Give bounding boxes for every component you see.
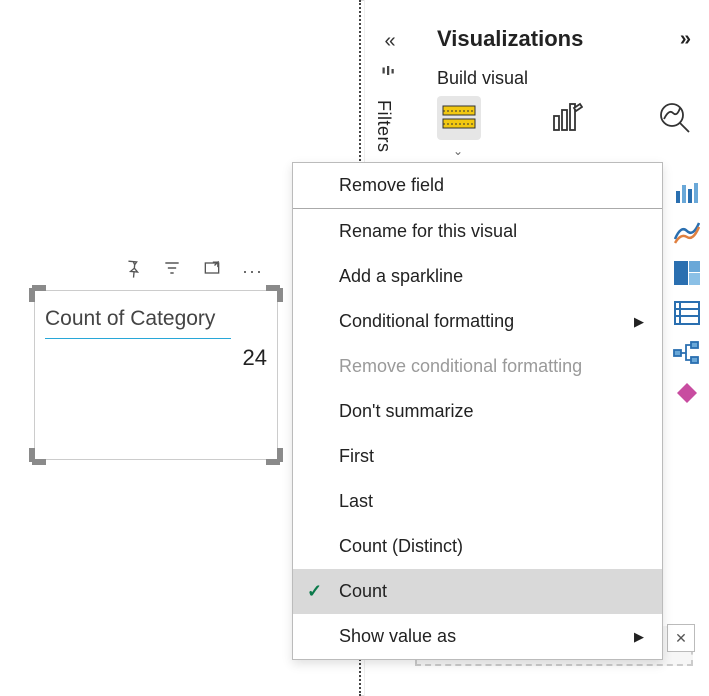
menu-conditional-formatting[interactable]: Conditional formatting ▶	[293, 299, 662, 344]
card-title: Count of Category	[45, 307, 215, 335]
submenu-arrow-icon: ▶	[634, 629, 644, 645]
clustered-column-chart-icon[interactable]	[672, 178, 702, 208]
menu-item-label: Count (Distinct)	[339, 536, 463, 557]
menu-item-label: Remove field	[339, 175, 444, 196]
field-context-menu: Remove field Rename for this visual Add …	[292, 162, 663, 660]
remove-field-icon[interactable]: ✕	[667, 624, 695, 652]
menu-count[interactable]: ✓ Count	[293, 569, 662, 614]
visual-toolbar: ···	[122, 258, 263, 283]
collapse-pane-icon[interactable]: »	[680, 28, 691, 51]
menu-item-label: Rename for this visual	[339, 221, 517, 242]
filters-label: Filters	[373, 100, 394, 153]
filter-icon[interactable]	[162, 258, 182, 283]
card-value: 24	[243, 345, 267, 371]
menu-remove-field[interactable]: Remove field	[293, 163, 662, 209]
multi-row-card-icon[interactable]	[672, 298, 702, 328]
menu-item-label: Last	[339, 491, 373, 512]
menu-item-label: Don't summarize	[339, 401, 473, 422]
menu-remove-conditional-formatting: Remove conditional formatting	[293, 344, 662, 389]
treemap-icon[interactable]	[672, 258, 702, 288]
menu-item-label: Show value as	[339, 626, 456, 647]
visualization-gallery	[669, 178, 705, 408]
analytics-mode-icon[interactable]	[653, 96, 697, 140]
menu-add-sparkline[interactable]: Add a sparkline	[293, 254, 662, 299]
ribbon-chart-icon[interactable]	[672, 218, 702, 248]
decomposition-tree-icon[interactable]	[672, 338, 702, 368]
menu-item-label: Count	[339, 581, 387, 602]
build-visual-label: Build visual	[437, 68, 528, 89]
more-options-icon[interactable]: ···	[242, 266, 263, 276]
visualizations-title: Visualizations	[437, 26, 583, 52]
menu-item-label: First	[339, 446, 374, 467]
menu-item-label: Remove conditional formatting	[339, 356, 582, 377]
filter-bars-icon	[381, 65, 399, 79]
card-title-underline	[45, 338, 231, 339]
filters-pane-collapsed[interactable]: « Filters	[373, 30, 407, 153]
check-icon: ✓	[307, 581, 322, 602]
pin-icon[interactable]	[122, 258, 142, 283]
menu-first[interactable]: First	[293, 434, 662, 479]
card-visual[interactable]: Count of Category 24	[34, 290, 278, 460]
expand-filters-icon[interactable]: «	[373, 30, 407, 53]
mode-caret-icon: ⌄	[453, 144, 463, 158]
focus-mode-icon[interactable]	[202, 258, 222, 283]
power-apps-icon[interactable]	[672, 378, 702, 408]
menu-item-label: Conditional formatting	[339, 311, 514, 332]
menu-show-value-as[interactable]: Show value as ▶	[293, 614, 662, 659]
menu-last[interactable]: Last	[293, 479, 662, 524]
menu-rename-for-visual[interactable]: Rename for this visual	[293, 209, 662, 254]
menu-item-label: Add a sparkline	[339, 266, 463, 287]
menu-dont-summarize[interactable]: Don't summarize	[293, 389, 662, 434]
menu-count-distinct[interactable]: Count (Distinct)	[293, 524, 662, 569]
format-visual-mode-icon[interactable]	[545, 96, 589, 140]
build-visual-mode-icon[interactable]	[437, 96, 481, 140]
submenu-arrow-icon: ▶	[634, 314, 644, 330]
